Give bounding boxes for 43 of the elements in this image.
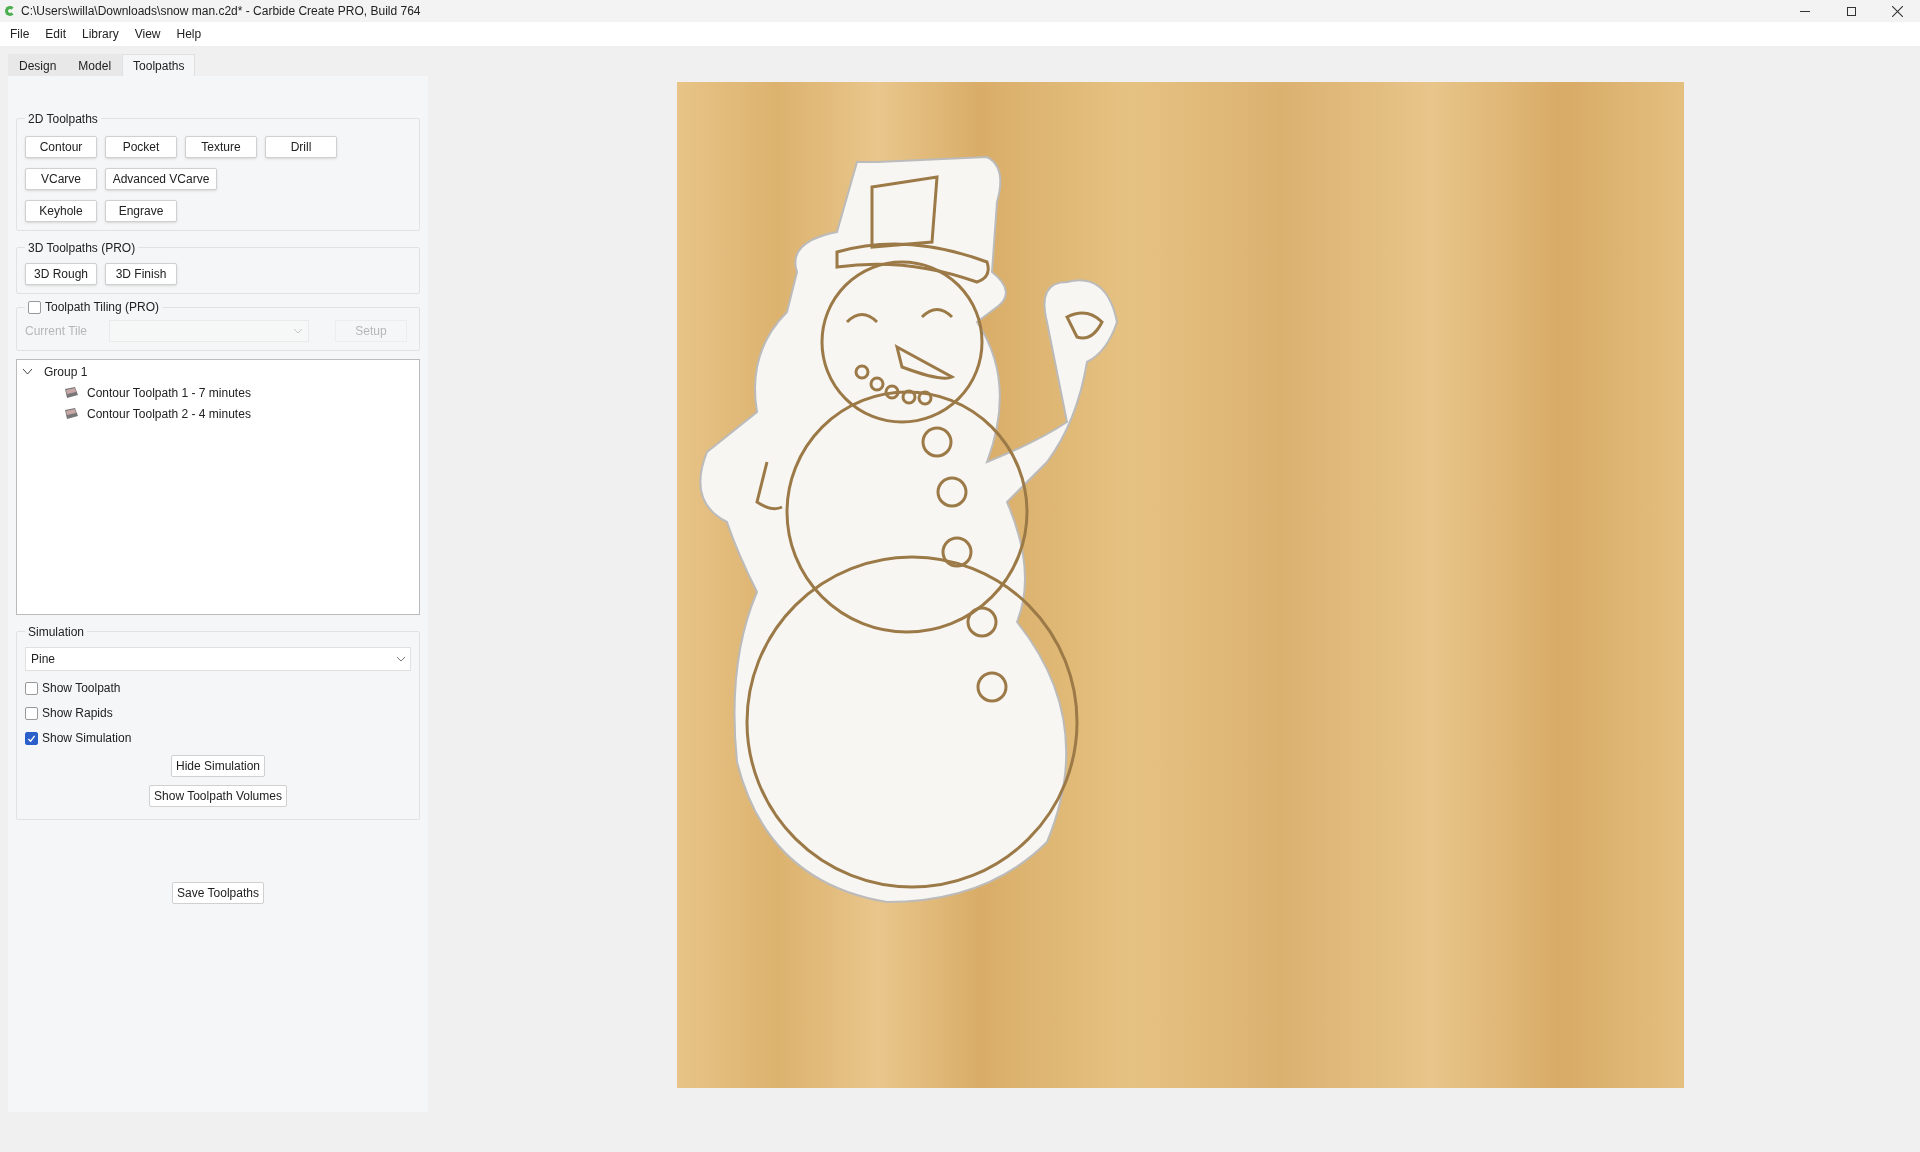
checkbox-label: Show Simulation (42, 730, 132, 747)
toolpath-button[interactable]: 3D Rough (25, 263, 97, 285)
toolpath-button[interactable]: Pocket (105, 136, 177, 158)
menu-item[interactable]: Edit (39, 25, 73, 43)
menu-item[interactable]: Library (76, 25, 125, 43)
toolpath-button[interactable]: Drill (265, 136, 337, 158)
tab[interactable]: Design (8, 54, 68, 76)
toolpath-button[interactable]: VCarve (25, 168, 97, 190)
toolpath-icon (63, 386, 79, 399)
simulation-button[interactable]: Hide Simulation (170, 755, 265, 777)
toolpath-button[interactable]: 3D Finish (105, 263, 177, 285)
checkbox[interactable] (25, 681, 38, 695)
checkbox-label: Show Toolpath (42, 680, 121, 697)
toolpath-button[interactable]: Keyhole (25, 200, 97, 222)
menu-item[interactable]: File (4, 25, 36, 43)
field-label: Current Tile (25, 323, 89, 340)
group-title: Simulation (28, 625, 85, 639)
simulation-button[interactable]: Show Toolpath Volumes (149, 785, 287, 807)
toolpath-button[interactable]: Engrave (105, 200, 177, 222)
chevron-down-icon[interactable] (23, 369, 32, 375)
tree-item[interactable]: Contour Toolpath 1 - 7 minutes (87, 383, 251, 402)
checkbox[interactable] (25, 706, 38, 720)
window-title: C:\Users\willa\Downloads\snow man.c2d* - Carbide Create PRO, Build 764 (21, 3, 421, 20)
checkbox-label: Toolpath Tiling (PRO) (45, 299, 160, 316)
tab[interactable]: Model (67, 54, 123, 76)
tree-item[interactable]: Group 1 (44, 363, 88, 381)
save-toolpaths-button[interactable]: Save Toolpaths (172, 882, 264, 904)
group-title: 3D Toolpaths (PRO) (28, 241, 136, 255)
group-title: 2D Toolpaths (28, 112, 98, 126)
app-logo-icon (5, 6, 15, 16)
toolpath-button[interactable]: Contour (25, 136, 97, 158)
toolpath-button[interactable]: Texture (185, 136, 257, 158)
material-dropdown[interactable]: Pine (25, 647, 411, 671)
toolpath-button[interactable]: Advanced VCarve (105, 168, 217, 190)
toolpath-icon (63, 407, 79, 420)
tab[interactable]: Toolpaths (122, 54, 196, 76)
chevron-down-icon (397, 656, 405, 662)
menu-item[interactable]: Help (170, 25, 208, 43)
menu-item[interactable]: View (128, 25, 167, 43)
checkbox-label: Show Rapids (42, 705, 113, 722)
checkbox[interactable] (25, 731, 38, 745)
chevron-down-icon (294, 328, 302, 334)
tree-item[interactable]: Contour Toolpath 2 - 4 minutes (87, 404, 251, 423)
